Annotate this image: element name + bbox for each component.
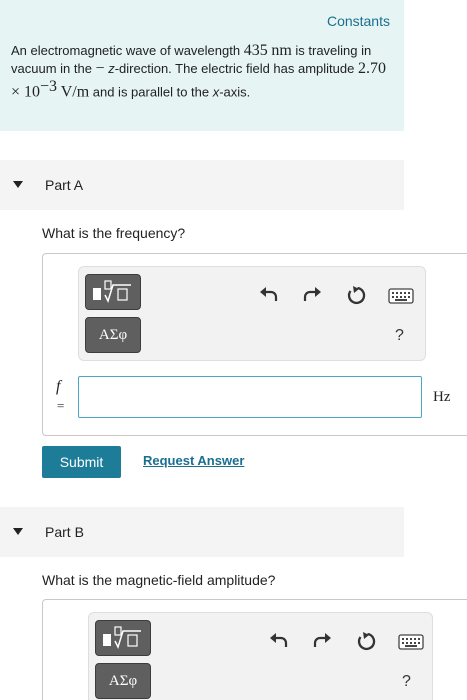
problem-text-5: -axis.: [219, 84, 251, 100]
keyboard-icon[interactable]: [388, 287, 414, 305]
submit-button[interactable]: Submit: [42, 446, 121, 478]
redo-icon[interactable]: [311, 629, 333, 651]
math-toolbar: ΑΣφ ?: [88, 612, 433, 700]
problem-statement: Constants An electromagnetic wave of wav…: [0, 0, 404, 131]
amplitude-unit: V/m: [60, 83, 90, 101]
problem-text-3: -direction. The electric field has ampli…: [114, 61, 358, 76]
amplitude-exponent: −3: [40, 78, 58, 95]
caret-down-icon[interactable]: [13, 181, 23, 188]
caret-down-icon[interactable]: [13, 528, 23, 535]
help-button[interactable]: ?: [395, 327, 404, 345]
part-a-header[interactable]: Part A: [0, 160, 404, 210]
reset-icon[interactable]: [354, 630, 376, 652]
problem-text: An electromagnetic wave of wavelength 43…: [11, 42, 396, 101]
reset-icon[interactable]: [344, 284, 366, 306]
wavelength-value: 435: [243, 42, 268, 59]
templates-icon: [103, 626, 141, 649]
equals-sign: =: [57, 398, 65, 413]
part-b-question: What is the magnetic-field amplitude?: [42, 572, 276, 588]
part-a-title: Part A: [45, 177, 84, 193]
part-a-answer-box: ΑΣφ ? f = Hz: [42, 253, 467, 436]
part-b-title: Part B: [45, 524, 84, 540]
math-toolbar: ΑΣφ ?: [78, 266, 426, 361]
greek-symbols-button[interactable]: ΑΣφ: [85, 317, 141, 353]
templates-button[interactable]: [85, 274, 141, 310]
templates-button[interactable]: [95, 620, 151, 656]
part-a-question: What is the frequency?: [42, 225, 186, 241]
greek-symbols-button[interactable]: ΑΣφ: [95, 663, 151, 699]
wavelength-unit: nm: [271, 42, 292, 59]
redo-icon[interactable]: [301, 283, 323, 305]
part-b-header[interactable]: Part B: [0, 507, 404, 557]
part-b-answer-box: ΑΣφ ?: [42, 599, 467, 700]
unit-label: Hz: [433, 389, 451, 405]
problem-text-4: and is parallel to the: [89, 84, 213, 100]
request-answer-link[interactable]: Request Answer: [143, 453, 244, 468]
problem-text-1: An electromagnetic wave of wavelength: [11, 43, 244, 58]
minus-sign: −: [95, 60, 105, 77]
undo-icon[interactable]: [258, 283, 280, 305]
variable-label: f =: [56, 378, 64, 414]
templates-icon: [93, 280, 131, 303]
constants-link[interactable]: Constants: [327, 13, 390, 29]
undo-icon[interactable]: [268, 629, 290, 651]
keyboard-icon[interactable]: [398, 633, 424, 651]
help-button[interactable]: ?: [402, 673, 411, 691]
frequency-input[interactable]: [78, 376, 422, 418]
variable-symbol: f: [56, 378, 61, 395]
